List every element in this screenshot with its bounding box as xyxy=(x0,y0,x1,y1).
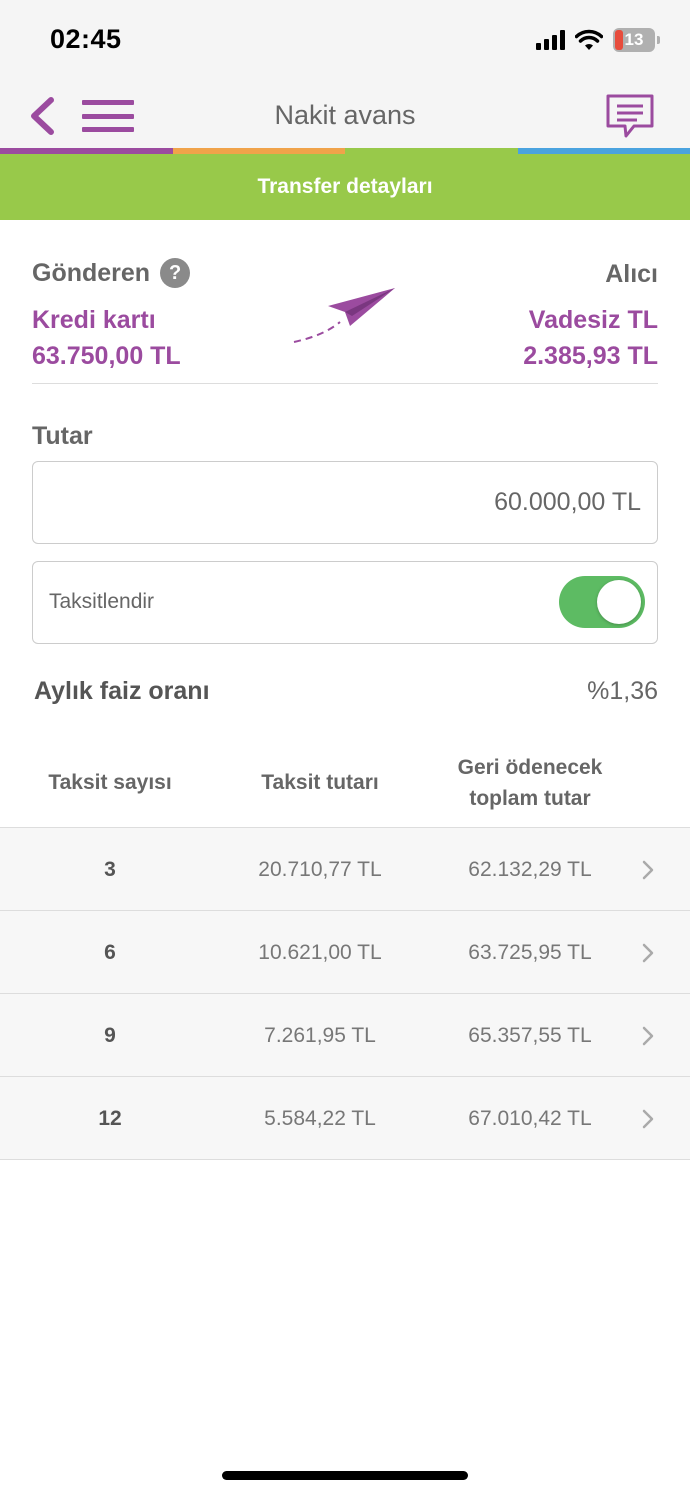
paper-plane-icon xyxy=(293,288,395,343)
chat-icon xyxy=(606,94,654,138)
row-installment-count: 9 xyxy=(104,1024,116,1047)
row-installment-count: 6 xyxy=(104,941,116,964)
row-total-amount: 65.357,55 TL xyxy=(468,1024,592,1047)
row-installment-amount: 7.261,95 TL xyxy=(264,1024,376,1047)
status-icons: 13 xyxy=(536,28,660,52)
installment-label: Taksitlendir xyxy=(49,590,155,613)
transfer-summary: Gönderen ? Kredi kartı 63.750,00 TL Alıc… xyxy=(32,220,658,384)
table-row[interactable]: 12 5.584,22 TL 67.010,42 TL xyxy=(0,1077,690,1160)
amount-field-container xyxy=(32,461,658,544)
help-icon[interactable]: ? xyxy=(160,258,191,288)
row-installment-amount: 10.621,00 TL xyxy=(258,941,382,964)
header-total-line1: Geri ödenecek xyxy=(457,756,603,779)
battery-tip xyxy=(657,36,660,44)
table-row[interactable]: 3 20.710,77 TL 62.132,29 TL xyxy=(0,828,690,911)
sender-name: Kredi kartı xyxy=(32,306,156,334)
row-total-amount: 63.725,95 TL xyxy=(468,941,592,964)
chevron-right-icon xyxy=(642,943,654,963)
amount-label: Tutar xyxy=(32,422,93,450)
interest-rate-label: Aylık faiz oranı xyxy=(34,677,210,705)
toggle-knob xyxy=(597,580,641,624)
sender-amount: 63.750,00 TL xyxy=(32,342,181,370)
header-total-repayment: Geri ödenecek toplam tutar xyxy=(430,752,630,814)
signal-icon xyxy=(536,30,565,50)
row-installment-count: 12 xyxy=(98,1107,122,1130)
nav-bar: Nakit avans xyxy=(0,80,690,148)
table-row[interactable]: 9 7.261,95 TL 65.357,55 TL xyxy=(0,994,690,1077)
sender-label: Gönderen ? xyxy=(32,258,191,288)
row-installment-count: 3 xyxy=(104,858,116,881)
row-installment-amount: 20.710,77 TL xyxy=(258,858,382,881)
battery-icon: 13 xyxy=(613,28,655,52)
table-row[interactable]: 6 10.621,00 TL 63.725,95 TL xyxy=(0,911,690,994)
interest-rate-value: %1,36 xyxy=(587,677,658,705)
chevron-right-icon xyxy=(642,1026,654,1046)
installment-toggle[interactable] xyxy=(559,576,645,628)
chevron-right-icon xyxy=(642,1109,654,1129)
header-installment-amount: Taksit tutarı xyxy=(261,771,379,794)
installment-row: Taksitlendir xyxy=(32,561,658,644)
row-installment-amount: 5.584,22 TL xyxy=(264,1107,376,1130)
chevron-right-icon xyxy=(642,860,654,880)
header-total-line2: toplam tutar xyxy=(469,787,591,810)
row-total-amount: 67.010,42 TL xyxy=(468,1107,592,1130)
chat-button[interactable] xyxy=(604,92,656,140)
receiver-amount: 2.385,93 TL xyxy=(523,342,658,370)
battery-level: 13 xyxy=(624,30,644,49)
header-installment-count: Taksit sayısı xyxy=(48,771,172,794)
receiver-name: Vadesiz TL xyxy=(528,306,658,334)
status-bar: 02:45 13 xyxy=(0,0,690,80)
status-time: 02:45 xyxy=(50,24,122,54)
installment-table-header: Taksit sayısı Taksit tutarı Geri ödenece… xyxy=(0,748,690,828)
sender-label-text: Gönderen xyxy=(32,258,151,287)
page-title: Nakit avans xyxy=(274,100,416,130)
row-total-amount: 62.132,29 TL xyxy=(468,858,592,881)
section-banner: Transfer detayları xyxy=(0,154,690,220)
amount-input[interactable] xyxy=(33,462,657,543)
home-indicator[interactable] xyxy=(222,1471,468,1480)
wifi-icon xyxy=(575,29,603,50)
receiver-label: Alıcı xyxy=(605,260,658,288)
